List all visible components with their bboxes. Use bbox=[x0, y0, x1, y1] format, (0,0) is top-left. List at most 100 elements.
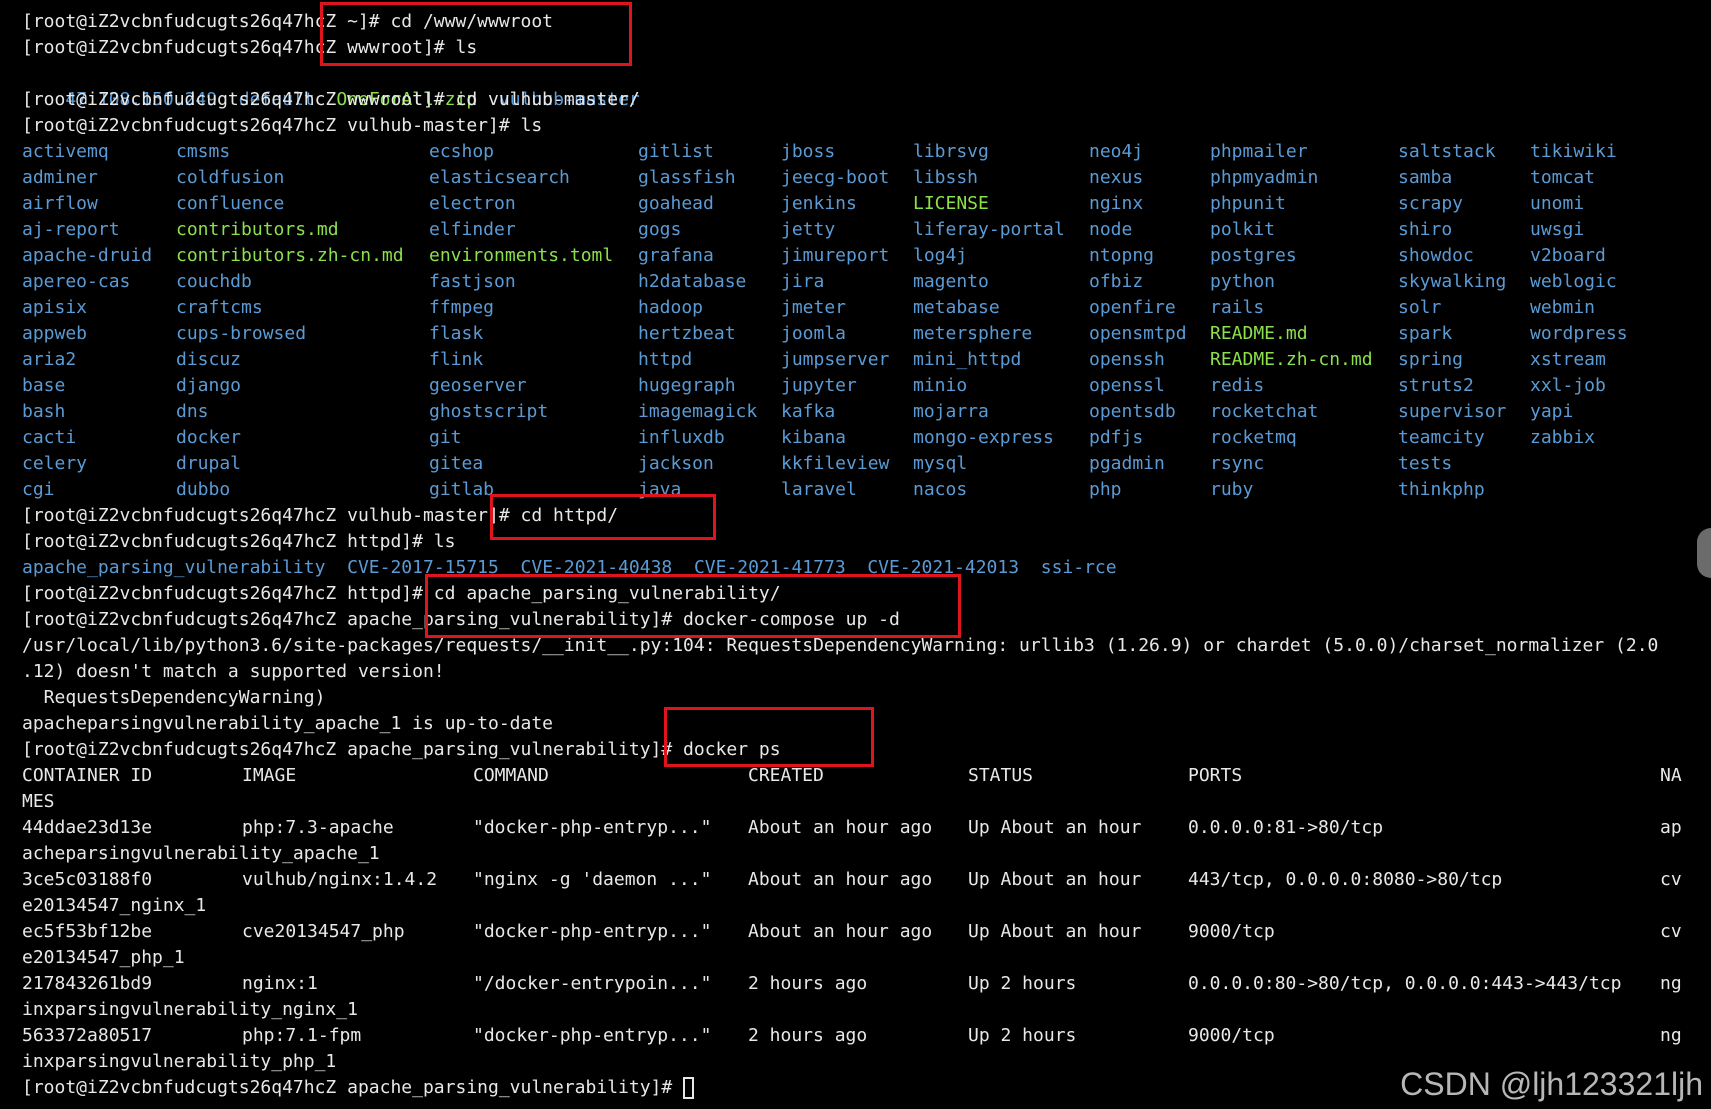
list-item: electron bbox=[429, 193, 516, 214]
list-item: discuz bbox=[176, 349, 242, 370]
list-item: wordpress bbox=[1530, 323, 1628, 344]
list-item: rails bbox=[1210, 297, 1265, 318]
list-item: mini_httpd bbox=[913, 349, 1022, 370]
list-item: kibana bbox=[781, 427, 847, 448]
list-item: grafana bbox=[638, 245, 714, 266]
table-cell: 217843261bd9 bbox=[22, 973, 153, 994]
list-item: spring bbox=[1398, 349, 1464, 370]
list-item: goahead bbox=[638, 193, 714, 214]
table-cell: ec5f53bf12be bbox=[22, 921, 153, 942]
list-item: ffmpeg bbox=[429, 297, 495, 318]
list-item: skywalking bbox=[1398, 271, 1507, 292]
list-item: mysql bbox=[913, 453, 968, 474]
list-item: dns bbox=[176, 401, 209, 422]
table-header: IMAGE bbox=[242, 765, 297, 786]
list-item: teamcity bbox=[1398, 427, 1485, 448]
list-item: jetty bbox=[781, 219, 836, 240]
table-cell: "/docker-entrypoin..." bbox=[473, 973, 712, 994]
list-item: opensmtpd bbox=[1089, 323, 1187, 344]
list-item: mojarra bbox=[913, 401, 989, 422]
list-item: tikiwiki bbox=[1530, 141, 1617, 162]
list-item: cmsms bbox=[176, 141, 231, 162]
prompt-text: [root@iZ2vcbnfudcugts26q47hcZ apache_par… bbox=[22, 1077, 684, 1098]
list-item: tomcat bbox=[1530, 167, 1596, 188]
table-cell: "docker-php-entryp..." bbox=[473, 1025, 712, 1046]
table-cell: 9000/tcp bbox=[1188, 921, 1275, 942]
list-item: uwsgi bbox=[1530, 219, 1585, 240]
list-item: kafka bbox=[781, 401, 836, 422]
list-item: dubbo bbox=[176, 479, 231, 500]
list-item: django bbox=[176, 375, 242, 396]
status-text: apacheparsingvulnerability_apache_1 is u… bbox=[22, 713, 554, 734]
table-cell: 9000/tcp bbox=[1188, 1025, 1275, 1046]
list-item: celery bbox=[22, 453, 88, 474]
list-item: geoserver bbox=[429, 375, 527, 396]
highlight-box bbox=[490, 494, 716, 540]
list-item: airflow bbox=[22, 193, 98, 214]
table-cell: nginx:1 bbox=[242, 973, 318, 994]
list-item: appweb bbox=[22, 323, 88, 344]
table-cell: 563372a80517 bbox=[22, 1025, 153, 1046]
list-item: supervisor bbox=[1398, 401, 1507, 422]
list-item: gitlab bbox=[429, 479, 495, 500]
list-item: nexus bbox=[1089, 167, 1144, 188]
table-cell: acheparsingvulnerability_apache_1 bbox=[22, 843, 380, 864]
current-prompt[interactable]: [root@iZ2vcbnfudcugts26q47hcZ apache_par… bbox=[22, 1075, 695, 1101]
list-item: liferay-portal bbox=[913, 219, 1065, 240]
command-line: [root@iZ2vcbnfudcugts26q47hcZ httpd]# ls bbox=[22, 531, 456, 552]
list-item: flask bbox=[429, 323, 484, 344]
list-item: gitea bbox=[429, 453, 484, 474]
table-cell: php:7.3-apache bbox=[242, 817, 394, 838]
list-item: cups-browsed bbox=[176, 323, 307, 344]
table-cell: 3ce5c03188f0 bbox=[22, 869, 153, 890]
table-cell: ap bbox=[1660, 817, 1682, 838]
table-cell: About an hour ago bbox=[748, 869, 933, 890]
list-item: httpd bbox=[638, 349, 693, 370]
list-item: jumpserver bbox=[781, 349, 890, 370]
list-item: git bbox=[429, 427, 462, 448]
list-item: gitlist bbox=[638, 141, 714, 162]
list-item: apache-druid bbox=[22, 245, 153, 266]
table-cell: 2 hours ago bbox=[748, 973, 868, 994]
list-item: thinkphp bbox=[1398, 479, 1485, 500]
list-item: flink bbox=[429, 349, 484, 370]
table-header: NA bbox=[1660, 765, 1682, 786]
table-cell: Up About an hour bbox=[968, 869, 1142, 890]
list-item: adminer bbox=[22, 167, 98, 188]
list-item: bash bbox=[22, 401, 66, 422]
list-item: jackson bbox=[638, 453, 714, 474]
list-item: nacos bbox=[913, 479, 968, 500]
list-item: neo4j bbox=[1089, 141, 1144, 162]
list-item: solr bbox=[1398, 297, 1442, 318]
list-item: unomi bbox=[1530, 193, 1585, 214]
table-cell: 2 hours ago bbox=[748, 1025, 868, 1046]
scrollbar-thumb[interactable] bbox=[1697, 528, 1711, 578]
table-cell: 44ddae23d13e bbox=[22, 817, 153, 838]
list-item: contributors.md bbox=[176, 219, 339, 240]
warning-text: RequestsDependencyWarning) bbox=[22, 687, 326, 708]
terminal-window[interactable]: [root@iZ2vcbnfudcugts26q47hcZ ~]# cd /ww… bbox=[0, 0, 1711, 1109]
list-item: jimureport bbox=[781, 245, 890, 266]
list-item: magento bbox=[913, 271, 989, 292]
table-header: COMMAND bbox=[473, 765, 549, 786]
table-cell: 0.0.0.0:81->80/tcp bbox=[1188, 817, 1384, 838]
list-item: coldfusion bbox=[176, 167, 285, 188]
list-item: drupal bbox=[176, 453, 242, 474]
list-item: apereo-cas bbox=[22, 271, 131, 292]
table-cell: Up 2 hours bbox=[968, 973, 1077, 994]
list-item: cacti bbox=[22, 427, 77, 448]
list-item: couchdb bbox=[176, 271, 252, 292]
command-line: [root@iZ2vcbnfudcugts26q47hcZ wwwroot]# … bbox=[22, 89, 640, 110]
list-item: libssh bbox=[913, 167, 979, 188]
highlight-box bbox=[425, 574, 961, 638]
table-header: MES bbox=[22, 791, 55, 812]
table-cell: cv bbox=[1660, 869, 1682, 890]
list-item: LICENSE bbox=[913, 193, 989, 214]
list-item: yapi bbox=[1530, 401, 1574, 422]
table-cell: cve20134547_php bbox=[242, 921, 405, 942]
list-item: v2board bbox=[1530, 245, 1606, 266]
list-item: nginx bbox=[1089, 193, 1144, 214]
list-item: phpmyadmin bbox=[1210, 167, 1319, 188]
list-item: laravel bbox=[781, 479, 857, 500]
list-item: xxl-job bbox=[1530, 375, 1606, 396]
